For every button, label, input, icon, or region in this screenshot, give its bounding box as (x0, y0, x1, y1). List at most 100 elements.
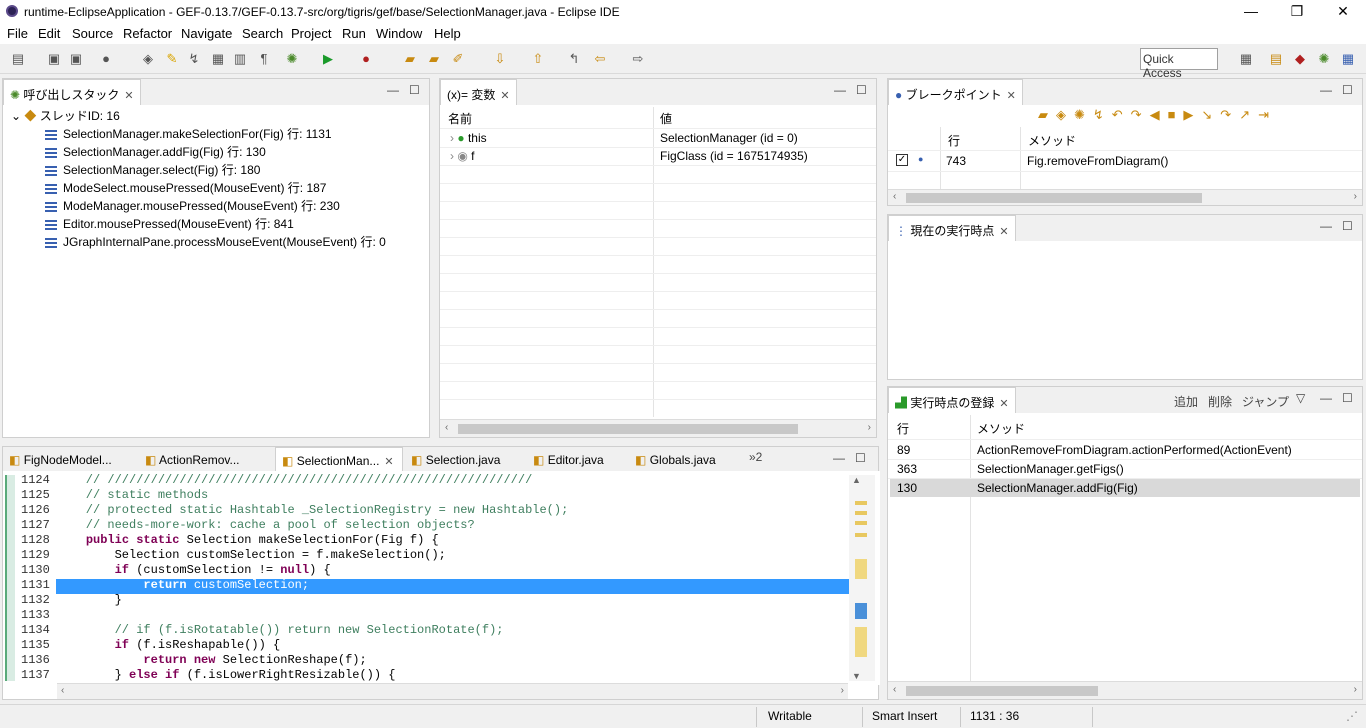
stack-frame[interactable]: Editor.mousePressed(MouseEvent) 行: 841 (45, 215, 429, 233)
minimize-view-icon[interactable]: — (1320, 219, 1332, 233)
editor-tab-active[interactable]: ◧ SelectionMan... ✕ (275, 447, 403, 473)
task-icon[interactable]: ▦ (210, 51, 226, 67)
restore-button[interactable]: ❐ (1274, 0, 1320, 24)
add-button[interactable]: 追加 (1174, 393, 1198, 410)
save-all-icon[interactable]: ▣ (68, 51, 84, 67)
code-line[interactable]: public static Selection makeSelectionFor… (57, 533, 880, 548)
doc-icon[interactable]: ▥ (232, 51, 248, 67)
editor-tab[interactable]: ◧ FigNodeModel... (3, 447, 139, 473)
tab-overflow-button[interactable]: »2 (749, 450, 762, 464)
code-line[interactable]: } else if (f.isLowerRightResizable()) { (57, 668, 880, 683)
breakpoints-toolbar[interactable]: ▰◈✺↯↶↷◀■▶↘↷↗⇥ (1038, 107, 1358, 125)
menu-refactor[interactable]: Refactor (123, 26, 172, 41)
back-icon[interactable]: ⇦ (592, 51, 608, 67)
column-header-value[interactable]: 値 (660, 110, 876, 128)
column-header-method[interactable]: メソッド (977, 420, 1362, 438)
maximize-view-icon[interactable]: ☐ (856, 83, 867, 97)
editor-tab[interactable]: ◧ ActionRemov... (139, 447, 275, 473)
skip-breakpoints-icon[interactable]: ◈ (140, 51, 156, 67)
column-header-method[interactable]: メソッド (1028, 132, 1362, 150)
last-edit-icon[interactable]: ↰ (566, 51, 582, 67)
scroll-thumb[interactable] (906, 193, 1202, 203)
code-line[interactable]: Selection customSelection = f.makeSelect… (57, 548, 880, 563)
maximize-view-icon[interactable]: ☐ (1342, 83, 1353, 97)
minimize-view-icon[interactable]: — (1320, 391, 1332, 405)
code-line[interactable]: if (customSelection != null) { (57, 563, 880, 578)
open-type-icon[interactable]: ▰ (402, 51, 418, 67)
profile-icon[interactable]: ● (98, 51, 114, 67)
stack-frame[interactable]: ModeSelect.mousePressed(MouseEvent) 行: 1… (45, 179, 429, 197)
git-perspective-icon[interactable]: ◆ (1292, 51, 1308, 67)
registry-method[interactable]: SelectionManager.addFig(Fig) (977, 481, 1362, 499)
close-icon[interactable]: ✕ (500, 90, 509, 102)
menu-navigate[interactable]: Navigate (181, 26, 232, 41)
minimize-view-icon[interactable]: — (833, 451, 845, 465)
tab-breakpoints[interactable]: ● ブレークポイント ✕ (888, 79, 1023, 105)
stack-frame[interactable]: ModeManager.mousePressed(MouseEvent) 行: … (45, 197, 429, 215)
menu-help[interactable]: Help (434, 26, 461, 41)
editor-tab[interactable]: ◧ Globals.java (629, 447, 739, 473)
close-icon[interactable]: ✕ (999, 226, 1008, 238)
code-line[interactable]: // protected static Hashtable _Selection… (57, 503, 880, 518)
minimize-button[interactable]: — (1228, 0, 1274, 24)
thread-node[interactable]: ⌄ ◆ スレッドID: 16 (11, 107, 429, 125)
code-line[interactable]: return new SelectionReshape(f); (57, 653, 880, 668)
menu-window[interactable]: Window (376, 26, 422, 41)
close-icon[interactable]: ✕ (999, 398, 1008, 410)
mark-icon[interactable]: ↯ (186, 51, 202, 67)
code-line[interactable]: } (57, 593, 880, 608)
code-line[interactable] (57, 608, 880, 623)
stack-frame[interactable]: SelectionManager.addFig(Fig) 行: 130 (45, 143, 429, 161)
close-icon[interactable]: ✕ (1007, 90, 1016, 102)
code-editor[interactable]: ▲ ▼ 1124 // ////////////////////////////… (3, 471, 880, 685)
minimize-view-icon[interactable]: — (1320, 83, 1332, 97)
prev-annotation-icon[interactable]: ⇧ (530, 51, 546, 67)
horizontal-scrollbar[interactable]: ‹ › (440, 419, 876, 437)
code-line[interactable]: // static methods (57, 488, 880, 503)
open-folder-icon[interactable]: ▰ (426, 51, 442, 67)
horizontal-scrollbar[interactable]: ‹ › (57, 683, 848, 699)
code-line[interactable]: if (f.isReshapable()) { (57, 638, 880, 653)
debug-perspective-icon[interactable]: ✺ (1316, 51, 1332, 67)
tab-callstack[interactable]: ✺ 呼び出しスタック ✕ (3, 79, 141, 105)
quick-access-field[interactable]: Quick Access (1140, 48, 1218, 80)
menu-project[interactable]: Project (291, 26, 331, 41)
maximize-view-icon[interactable]: ☐ (1342, 219, 1353, 233)
delete-button[interactable]: 削除 (1208, 393, 1232, 410)
next-annotation-icon[interactable]: ⇩ (492, 51, 508, 67)
stack-frame[interactable]: SelectionManager.makeSelectionFor(Fig) 行… (45, 125, 429, 143)
stack-frame[interactable]: JGraphInternalPane.processMouseEvent(Mou… (45, 233, 429, 251)
close-icon[interactable]: ✕ (124, 90, 133, 102)
view-menu-icon[interactable]: ▽ (1296, 391, 1305, 405)
code-line[interactable]: return customSelection; (57, 578, 880, 593)
paragraph-icon[interactable]: ¶ (256, 51, 272, 67)
new-icon[interactable]: ▤ (10, 51, 26, 67)
horizontal-scrollbar[interactable]: ‹ › (888, 681, 1362, 699)
tab-registry[interactable]: ▟ 実行時点の登録 ✕ (888, 387, 1016, 413)
maximize-view-icon[interactable]: ☐ (855, 451, 866, 465)
tab-current-point[interactable]: ⋮ 現在の実行時点 ✕ (888, 215, 1016, 241)
forward-icon[interactable]: ⇨ (630, 51, 646, 67)
highlight-icon[interactable]: ✎ (164, 51, 180, 67)
insert-mode-status[interactable]: Smart Insert (872, 709, 937, 723)
java-perspective-icon[interactable]: ▤ (1268, 51, 1284, 67)
scroll-thumb[interactable] (458, 424, 798, 434)
tab-variables[interactable]: (x)= 変数 ✕ (440, 79, 517, 105)
scroll-thumb[interactable] (906, 686, 1098, 696)
save-icon[interactable]: ▣ (46, 51, 62, 67)
menu-file[interactable]: File (7, 26, 28, 41)
code-line[interactable]: // if (f.isRotatable()) return new Selec… (57, 623, 880, 638)
code-line[interactable]: // needs-more-work: cache a pool of sele… (57, 518, 880, 533)
jump-button[interactable]: ジャンプ (1242, 393, 1289, 410)
maximize-view-icon[interactable]: ☐ (1342, 391, 1353, 405)
code-line[interactable]: // /////////////////////////////////////… (57, 473, 880, 488)
horizontal-scrollbar[interactable]: ‹ › (888, 189, 1362, 205)
layout-perspective-icon[interactable]: ▦ (1340, 51, 1356, 67)
menu-run[interactable]: Run (342, 26, 366, 41)
close-button[interactable]: ✕ (1320, 0, 1366, 24)
breakpoint-checkbox[interactable]: ✓ (896, 154, 908, 166)
menu-edit[interactable]: Edit (38, 26, 60, 41)
run-icon[interactable]: ▶ (320, 51, 336, 67)
editor-tab[interactable]: ◧ Selection.java (405, 447, 525, 473)
stack-frame[interactable]: SelectionManager.select(Fig) 行: 180 (45, 161, 429, 179)
